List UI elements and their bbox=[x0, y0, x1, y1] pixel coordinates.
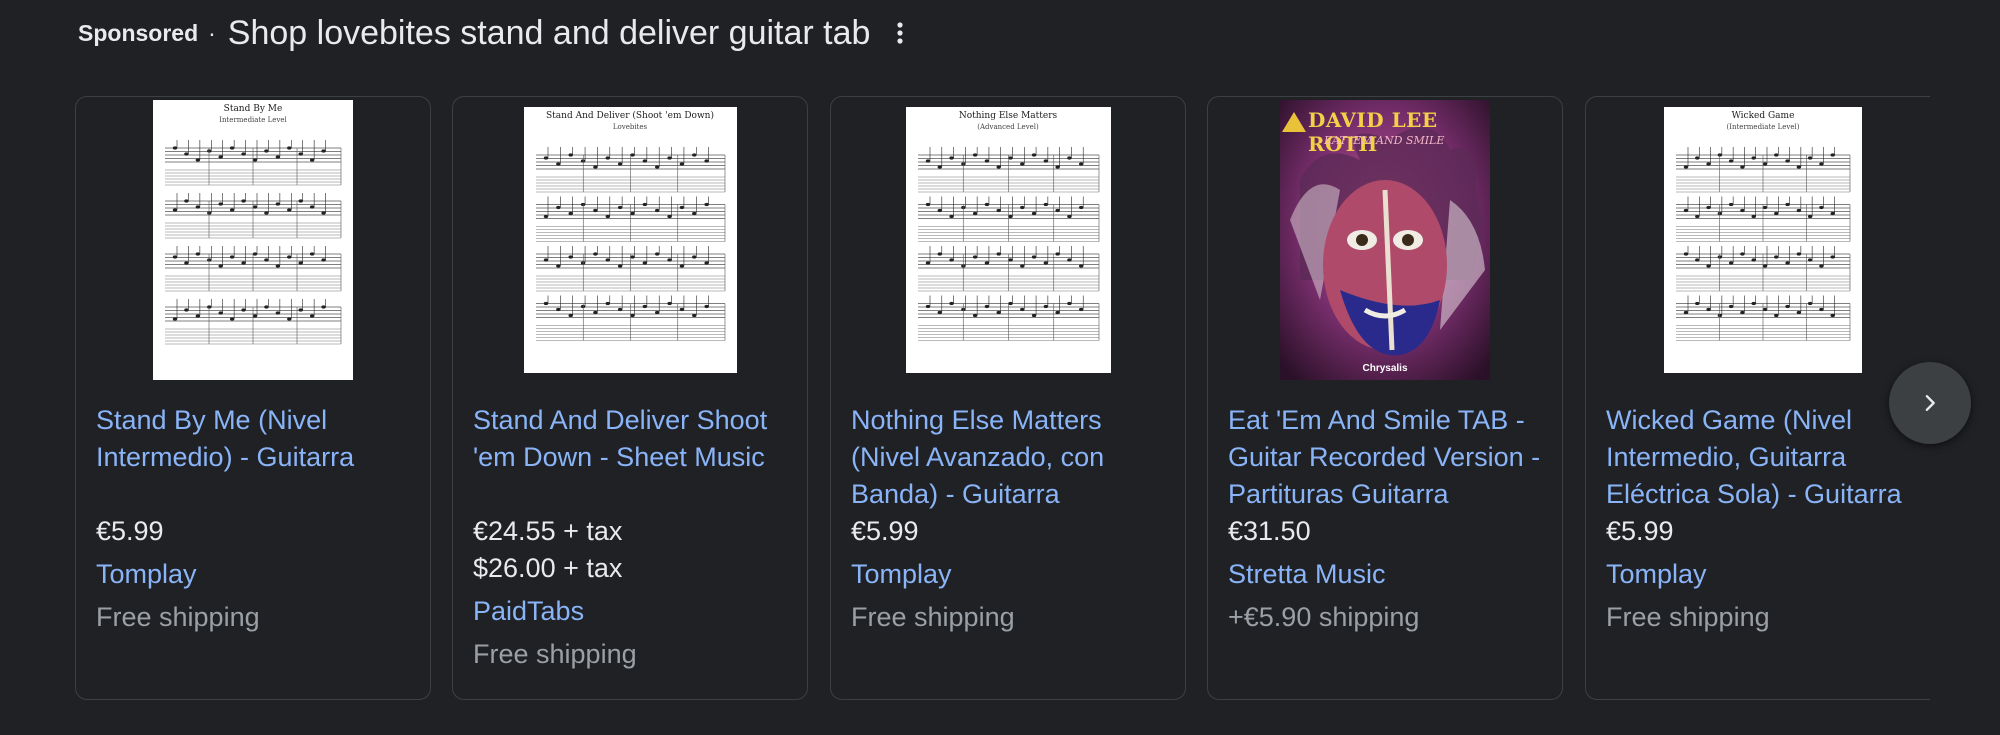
cover-label: Chrysalis bbox=[1362, 362, 1408, 374]
sheet-music-staves bbox=[1676, 146, 1851, 341]
product-carousel: Stand By Me Intermediate Level Stand By Me… bbox=[75, 96, 1930, 704]
product-price: €24.55 + tax bbox=[473, 516, 623, 546]
section-title: Shop lovebites stand and deliver guitar … bbox=[227, 13, 871, 52]
sheet-title: Nothing Else Matters bbox=[958, 110, 1058, 121]
carousel-next-button[interactable] bbox=[1889, 362, 1971, 444]
shipping-info: Free shipping bbox=[851, 602, 1015, 632]
cover-title: DAVID LEE ROTH bbox=[1308, 107, 1438, 156]
product-card[interactable]: Nothing Else Matters (Advanced Level) Noth… bbox=[830, 96, 1186, 700]
product-info: Stand And Deliver Shoot 'em Down - Sheet… bbox=[473, 402, 791, 673]
product-info: Wicked Game (Nivel Intermedio, Guitarra … bbox=[1606, 402, 1924, 636]
more-vert-icon bbox=[897, 22, 904, 44]
merchant-link[interactable]: Tomplay bbox=[96, 556, 414, 593]
product-info: Stand By Me (Nivel Intermedio) - Guitarr… bbox=[96, 402, 414, 636]
more-options-button[interactable] bbox=[884, 13, 916, 53]
sheet-title: Stand By Me bbox=[223, 103, 283, 114]
album-cover: DAVID LEE ROTH EAT 'EM AND SMILE Chrysalis bbox=[1280, 99, 1490, 380]
sheet-music-staves bbox=[535, 146, 725, 341]
sheet-music-staves bbox=[165, 139, 342, 344]
sheet-title: Stand And Deliver (Shoot 'em Down) bbox=[546, 110, 714, 121]
product-price: €31.50 bbox=[1228, 516, 1311, 546]
product-title-link[interactable]: Wicked Game (Nivel Intermedio, Guitarra … bbox=[1606, 402, 1924, 513]
sponsored-label: Sponsored bbox=[78, 19, 199, 46]
separator-dot: · bbox=[208, 19, 216, 46]
product-card[interactable]: Stand And Deliver (Shoot 'em Down) Lovebi… bbox=[452, 96, 808, 700]
product-price: €5.99 bbox=[96, 516, 164, 546]
product-image[interactable]: Stand By Me Intermediate Level bbox=[76, 97, 430, 382]
product-title-link[interactable]: Eat 'Em And Smile TAB - Guitar Recorded … bbox=[1228, 402, 1546, 513]
sheet-music-page: Stand And Deliver (Shoot 'em Down) Lovebi… bbox=[523, 106, 737, 373]
sheet-music-staves bbox=[917, 146, 1099, 341]
sponsored-header: Sponsored · Shop lovebites stand and del… bbox=[78, 10, 916, 56]
sheet-music-page: Wicked Game (Intermediate Level) bbox=[1664, 106, 1862, 373]
cover-subtitle: EAT 'EM AND SMILE bbox=[1324, 133, 1445, 147]
sheet-title: Wicked Game bbox=[1731, 110, 1795, 121]
merchant-link[interactable]: Tomplay bbox=[851, 556, 1169, 593]
product-price: €5.99 bbox=[851, 516, 919, 546]
product-price: €5.99 bbox=[1606, 516, 1674, 546]
product-title-link[interactable]: Stand And Deliver Shoot 'em Down - Sheet… bbox=[473, 402, 791, 513]
product-image[interactable]: DAVID LEE ROTH EAT 'EM AND SMILE Chrysalis bbox=[1208, 97, 1562, 382]
product-image[interactable]: Stand And Deliver (Shoot 'em Down) Lovebi… bbox=[453, 97, 807, 382]
product-info: Eat 'Em And Smile TAB - Guitar Recorded … bbox=[1228, 402, 1546, 636]
product-title-link[interactable]: Nothing Else Matters (Nivel Avanzado, co… bbox=[851, 402, 1169, 513]
product-image[interactable]: Nothing Else Matters (Advanced Level) bbox=[831, 97, 1185, 382]
product-info: Nothing Else Matters (Nivel Avanzado, co… bbox=[851, 402, 1169, 636]
shipping-info: Free shipping bbox=[1606, 602, 1770, 632]
sheet-subtitle: (Intermediate Level) bbox=[1726, 122, 1800, 131]
shipping-info: +€5.90 shipping bbox=[1228, 602, 1420, 632]
sheet-subtitle: Lovebites bbox=[612, 122, 648, 131]
sheet-music-page: Nothing Else Matters (Advanced Level) bbox=[905, 106, 1111, 373]
product-price: $26.00 + tax bbox=[473, 553, 623, 583]
product-card[interactable]: Wicked Game (Intermediate Level) Wicked Ga… bbox=[1585, 96, 1930, 700]
shipping-info: Free shipping bbox=[96, 602, 260, 632]
sheet-music-page: Stand By Me Intermediate Level bbox=[153, 99, 353, 380]
merchant-link[interactable]: PaidTabs bbox=[473, 593, 791, 630]
shipping-info: Free shipping bbox=[473, 639, 637, 669]
merchant-link[interactable]: Stretta Music bbox=[1228, 556, 1546, 593]
product-image[interactable]: Wicked Game (Intermediate Level) bbox=[1586, 97, 1930, 382]
chevron-right-icon bbox=[1925, 395, 1935, 411]
sheet-subtitle: Intermediate Level bbox=[219, 115, 287, 124]
product-card[interactable]: DAVID LEE ROTH EAT 'EM AND SMILE Chrysalis… bbox=[1207, 96, 1563, 700]
product-title-link[interactable]: Stand By Me (Nivel Intermedio) - Guitarr… bbox=[96, 402, 414, 513]
merchant-link[interactable]: Tomplay bbox=[1606, 556, 1924, 593]
sheet-subtitle: (Advanced Level) bbox=[977, 122, 1039, 131]
product-card[interactable]: Stand By Me Intermediate Level Stand By Me… bbox=[75, 96, 431, 700]
